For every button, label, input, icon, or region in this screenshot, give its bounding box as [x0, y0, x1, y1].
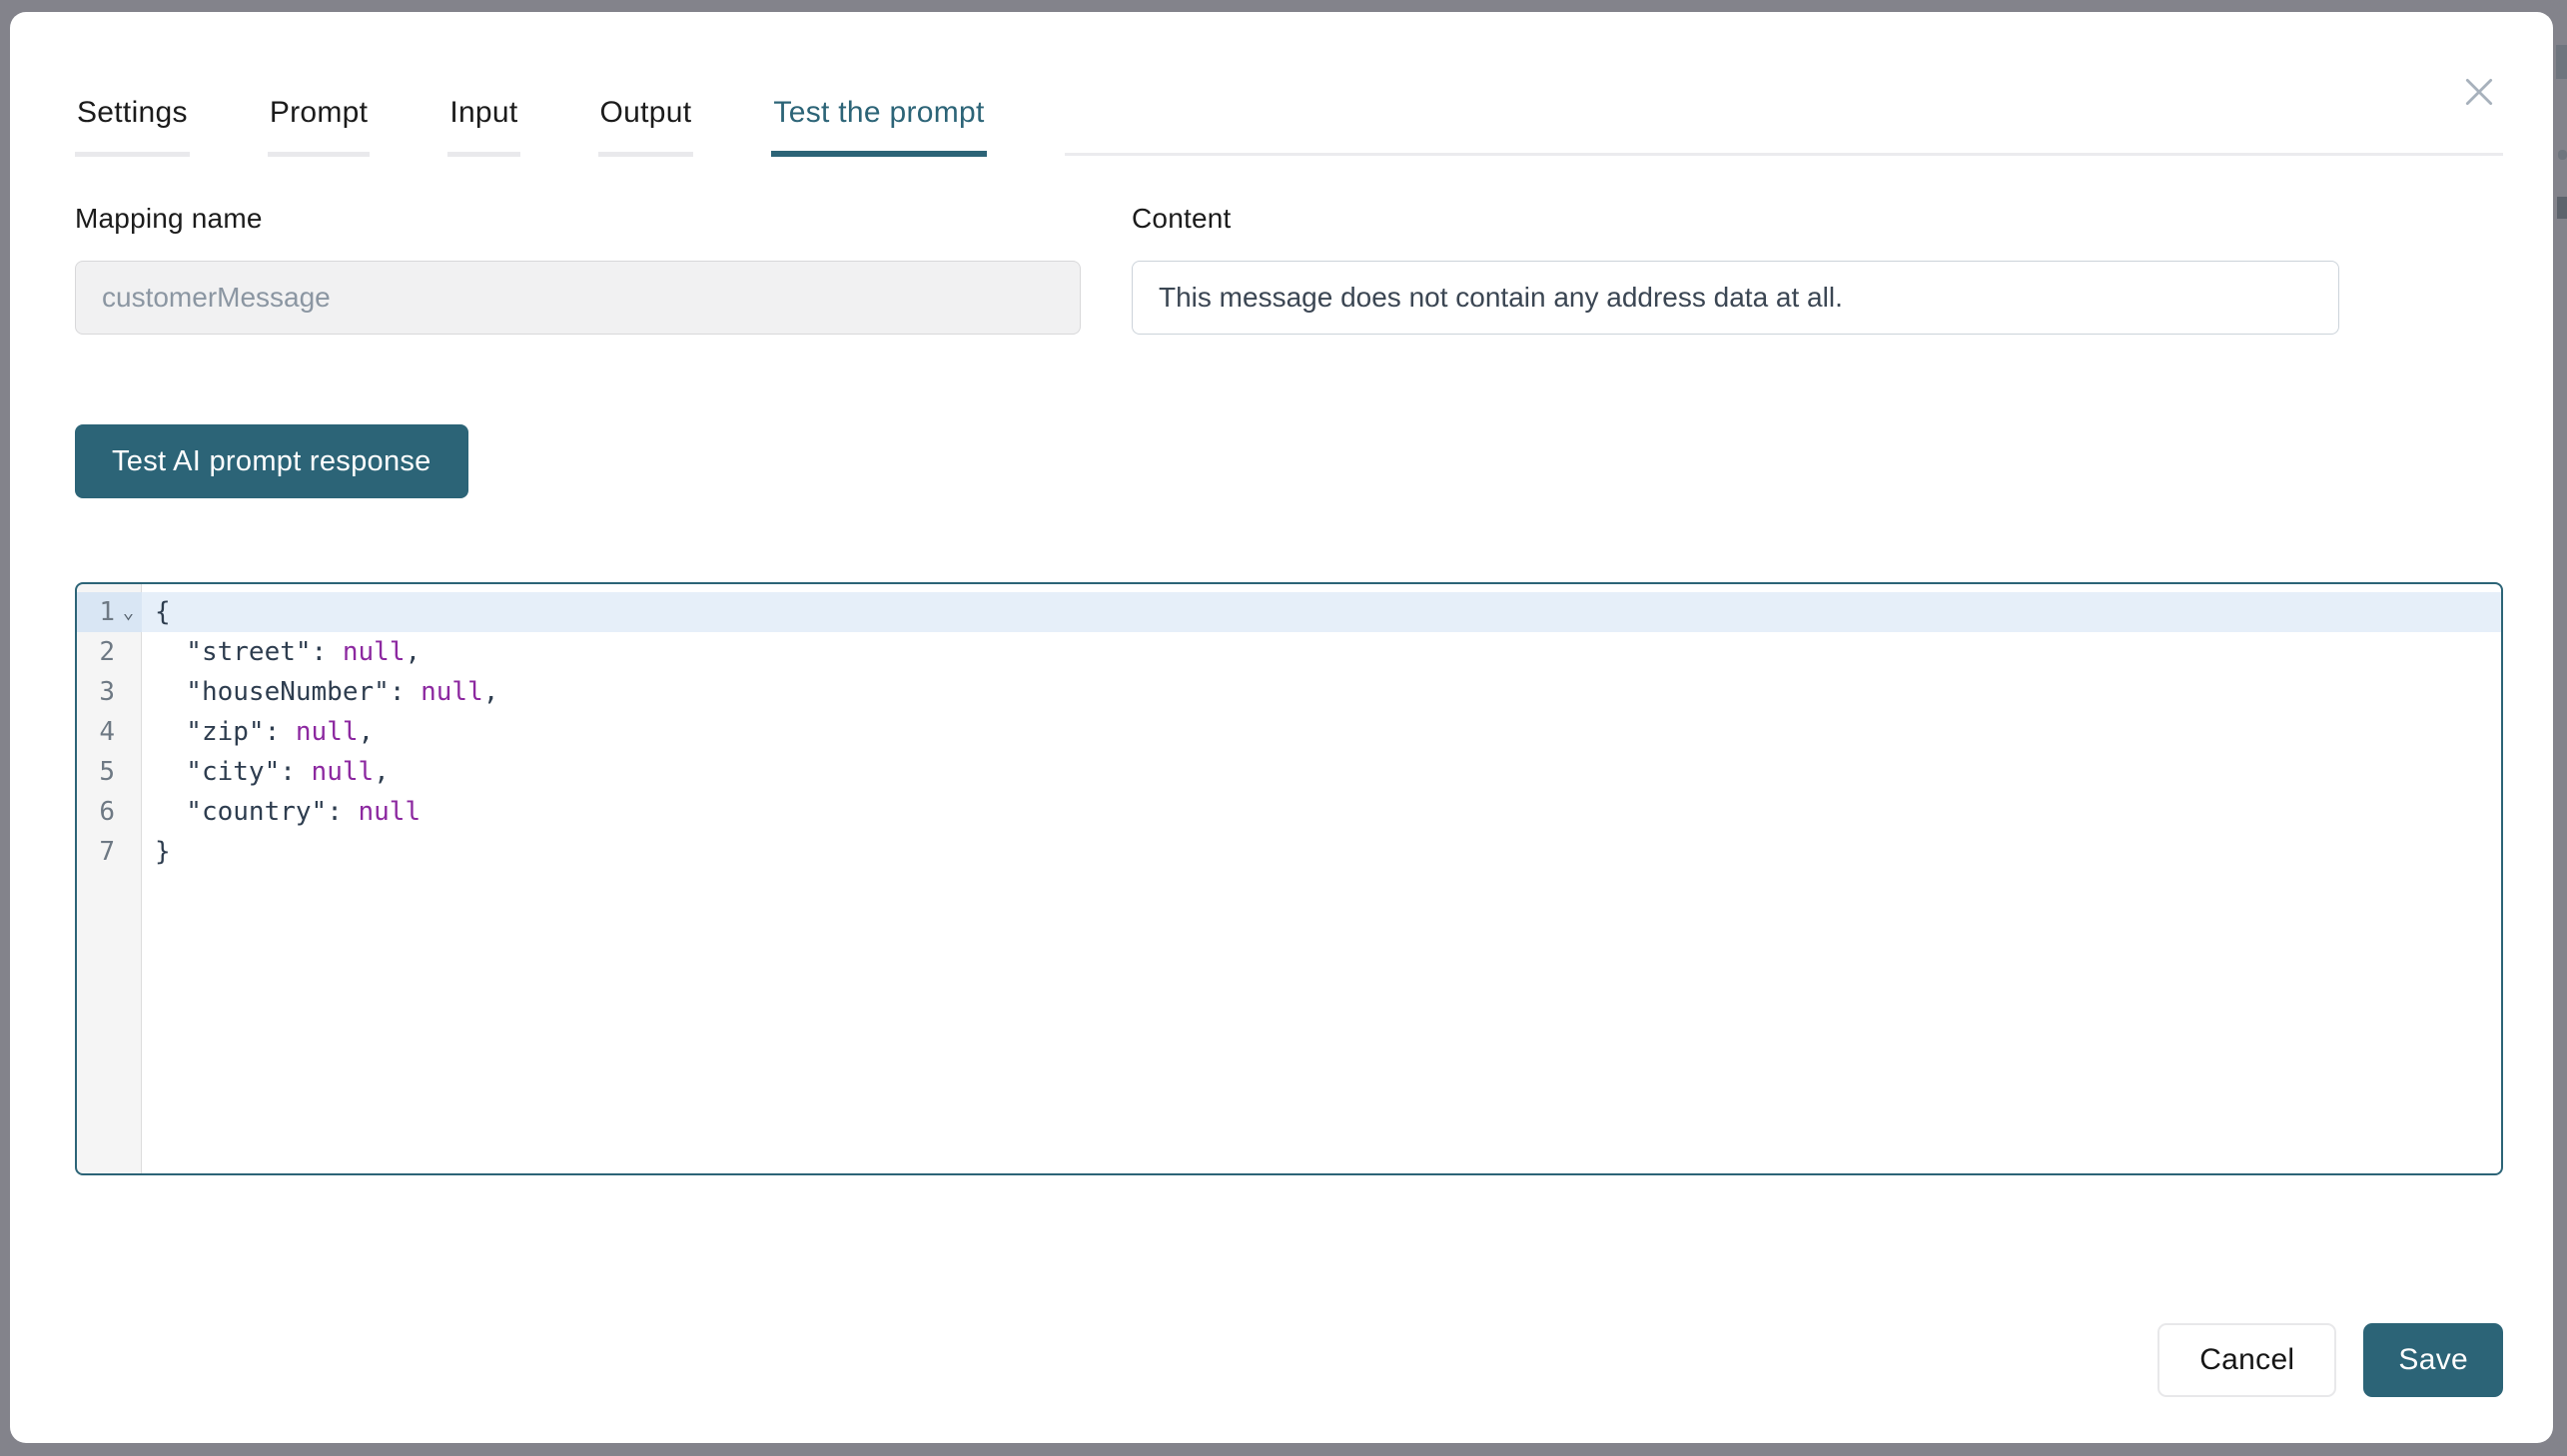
cancel-button[interactable]: Cancel [2157, 1323, 2337, 1397]
line-number: 3 [99, 677, 115, 707]
tab-bar-rule [1064, 146, 2503, 156]
editor-lines: 1 ⌄{2 "street": null, 3 "houseNumber": nul… [77, 592, 2501, 872]
tab-output[interactable]: Output [597, 96, 694, 157]
close-button[interactable] [2455, 68, 2503, 116]
code-token-p: : [280, 757, 312, 787]
tab-prompt[interactable]: Prompt [267, 96, 371, 157]
tab-test-the-prompt[interactable]: Test the prompt [771, 96, 987, 157]
background-page-fragment [2557, 197, 2567, 219]
code-line: "zip": null, [142, 712, 2501, 752]
code-token-key: "zip" [155, 717, 265, 747]
code-token-p: , [358, 717, 375, 747]
code-token-key: "country" [155, 797, 328, 827]
code-token-atom: null [311, 757, 375, 787]
code-token-key: "street" [155, 637, 312, 667]
code-line: "street": null, [142, 632, 2501, 672]
code-line: } [142, 832, 2501, 872]
editor-line: 1 ⌄ { [77, 592, 2501, 632]
background-page-fragment [2556, 45, 2567, 79]
line-gutter: 2 [77, 632, 142, 672]
fold-chevron-icon[interactable]: ⌄ [115, 592, 142, 632]
background-page-fragment [2558, 150, 2567, 160]
line-number: 6 [99, 797, 115, 827]
code-token-p: : [311, 637, 343, 667]
code-token-p: { [155, 597, 171, 627]
save-button[interactable]: Save [2363, 1323, 2503, 1397]
code-line: "country": null [142, 792, 2501, 832]
line-number: 4 [99, 717, 115, 747]
line-gutter: 7 [77, 832, 142, 872]
editor-line: 3 "houseNumber": null, [77, 672, 2501, 712]
code-token-p: : [389, 677, 422, 707]
code-line: { [142, 592, 2501, 632]
dialog-footer: Cancel Save [75, 1323, 2503, 1397]
mapping-dialog: Settings Prompt Input Output Test the prompt… [10, 12, 2553, 1443]
code-token-p: : [327, 797, 359, 827]
tab-bar: Settings Prompt Input Output Test the prompt [75, 96, 2503, 157]
code-token-atom: null [358, 797, 422, 827]
code-token-key: "houseNumber" [155, 677, 390, 707]
line-gutter: 4 [77, 712, 142, 752]
code-token-atom: null [342, 637, 406, 667]
backdrop: { "modal": { "tabs": [ {"label": "Settin… [0, 0, 2567, 1456]
close-icon [2465, 78, 2493, 106]
code-token-key: "city" [155, 757, 281, 787]
content-input[interactable] [1132, 261, 2339, 335]
line-gutter: 5 [77, 752, 142, 792]
content-field: Content [1132, 203, 2339, 335]
line-gutter: 3 [77, 672, 142, 712]
line-number: 1 [99, 597, 115, 627]
json-editor[interactable]: 1 ⌄{2 "street": null, 3 "houseNumber": nul… [75, 582, 2503, 1175]
code-token-p: , [482, 677, 499, 707]
line-number: 5 [99, 757, 115, 787]
line-number: 2 [99, 637, 115, 667]
code-token-p: } [155, 837, 171, 867]
tab-input[interactable]: Input [447, 96, 520, 157]
line-number: 7 [99, 837, 115, 867]
editor-line: 4 "zip": null, [77, 712, 2501, 752]
form-row: Mapping name Content [75, 203, 2503, 335]
editor-line: 5 "city": null, [77, 752, 2501, 792]
editor-line: 6 "country": null [77, 792, 2501, 832]
code-token-p: : [264, 717, 296, 747]
mapping-name-label: Mapping name [75, 203, 263, 234]
test-ai-prompt-button[interactable]: Test AI prompt response [75, 424, 468, 498]
code-token-p: , [405, 637, 422, 667]
editor-line: 7} [77, 832, 2501, 872]
line-gutter: 6 [77, 792, 142, 832]
code-token-atom: null [295, 717, 359, 747]
code-line: "houseNumber": null, [142, 672, 2501, 712]
mapping-name-field: Mapping name [75, 203, 1081, 335]
code-line: "city": null, [142, 752, 2501, 792]
line-gutter: 1 ⌄ [77, 592, 142, 632]
code-token-p: , [374, 757, 390, 787]
tab-settings[interactable]: Settings [75, 96, 190, 157]
editor-line: 2 "street": null, [77, 632, 2501, 672]
mapping-name-input[interactable] [75, 261, 1081, 335]
content-label: Content [1132, 203, 1232, 234]
code-token-atom: null [421, 677, 483, 707]
